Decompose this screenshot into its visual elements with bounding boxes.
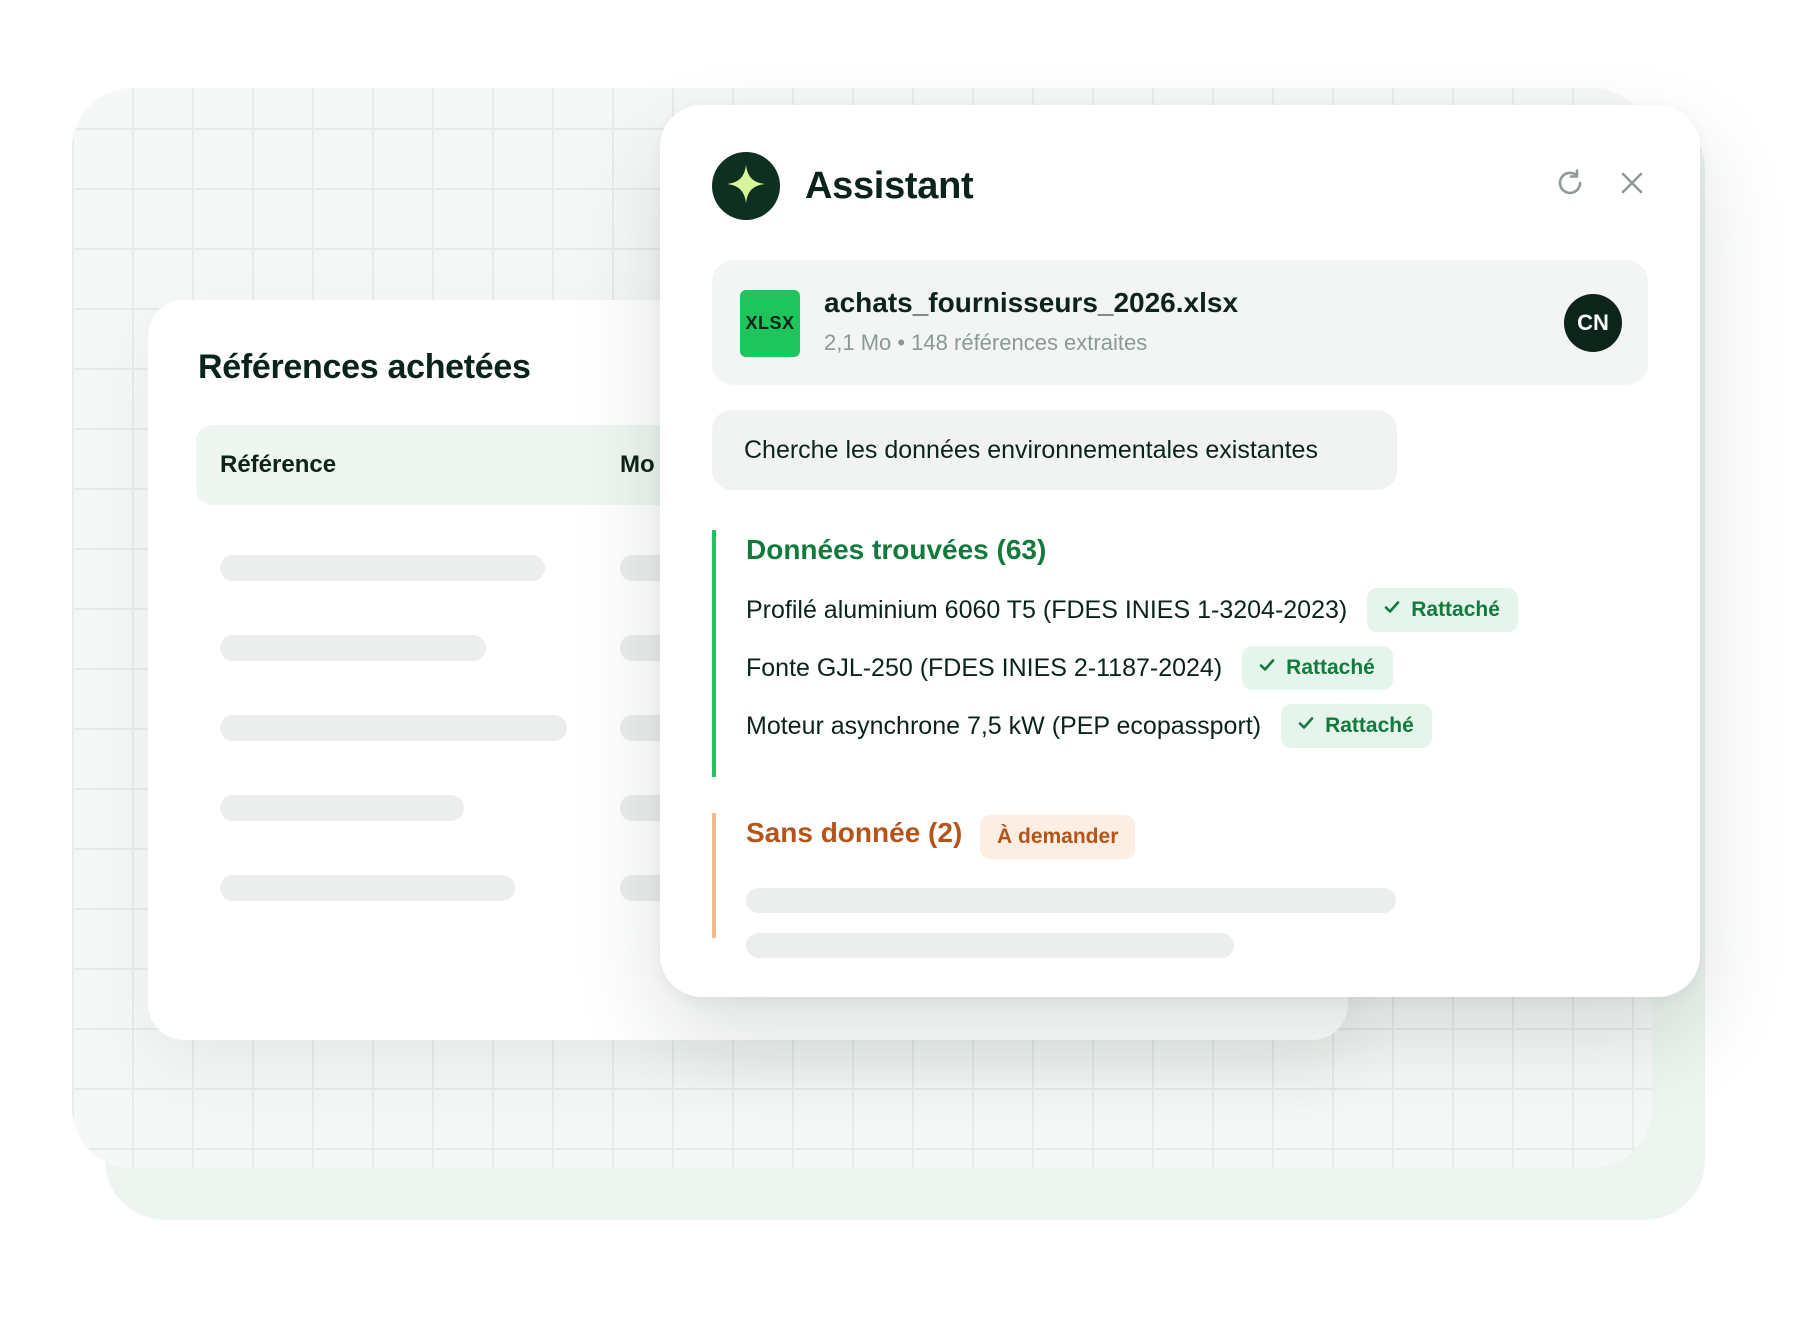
skeleton-row: [220, 795, 464, 821]
refresh-icon: [1555, 168, 1585, 203]
file-name: achats_fournisseurs_2026.xlsx: [824, 287, 1239, 318]
attached-badge-label: Rattaché: [1411, 598, 1500, 621]
attached-badge[interactable]: Rattaché: [1242, 646, 1393, 690]
found-item: Profilé aluminium 6060 T5 (FDES INIES 1-…: [746, 588, 1518, 632]
references-title: Références achetées: [198, 348, 531, 386]
column-header-second[interactable]: Mo: [620, 451, 655, 479]
assistant-panel: Assistant XLSX achats_fournisseurs_2026.…: [660, 105, 1700, 997]
attached-badge-label: Rattaché: [1286, 656, 1375, 679]
skeleton-row: [220, 715, 567, 741]
assistant-title: Assistant: [805, 165, 974, 207]
attached-badge-label: Rattaché: [1325, 714, 1414, 737]
skeleton-row: [746, 933, 1234, 958]
user-query-bubble: Cherche les données environnementales ex…: [712, 410, 1397, 490]
found-item: Fonte GJL-250 (FDES INIES 2-1187-2024) R…: [746, 646, 1393, 690]
missing-data-heading: Sans donnée (2): [746, 817, 963, 848]
attached-badge[interactable]: Rattaché: [1367, 588, 1518, 632]
request-badge[interactable]: À demander: [980, 815, 1136, 859]
found-data-section: Données trouvées (63) Profilé aluminium …: [712, 530, 1612, 777]
sparkle-icon: [725, 163, 767, 210]
missing-data-section: Sans donnée (2) À demander: [712, 813, 1612, 958]
skeleton-row: [220, 635, 486, 661]
check-icon: [1383, 598, 1401, 622]
found-item-label: Fonte GJL-250 (FDES INIES 2-1187-2024): [746, 653, 1223, 682]
check-icon: [1258, 656, 1276, 680]
skeleton-row: [220, 875, 515, 901]
user-avatar[interactable]: CN: [1564, 294, 1622, 352]
refresh-button[interactable]: [1552, 167, 1588, 203]
attached-badge[interactable]: Rattaché: [1281, 704, 1432, 748]
skeleton-row: [220, 555, 545, 581]
xlsx-file-icon: XLSX: [740, 290, 800, 357]
assistant-logo: [712, 152, 780, 220]
file-attachment-card[interactable]: XLSX achats_fournisseurs_2026.xlsx 2,1 M…: [712, 260, 1648, 385]
column-header-reference[interactable]: Référence: [220, 451, 336, 479]
found-item: Moteur asynchrone 7,5 kW (PEP ecopasspor…: [746, 704, 1432, 748]
close-icon: [1619, 170, 1645, 201]
close-button[interactable]: [1614, 167, 1650, 203]
found-data-heading: Données trouvées (63): [746, 534, 1047, 565]
check-icon: [1297, 714, 1315, 738]
found-item-label: Profilé aluminium 6060 T5 (FDES INIES 1-…: [746, 595, 1348, 624]
file-meta: 2,1 Mo • 148 références extraites: [824, 330, 1148, 355]
skeleton-row: [746, 888, 1396, 913]
found-item-label: Moteur asynchrone 7,5 kW (PEP ecopasspor…: [746, 711, 1262, 740]
